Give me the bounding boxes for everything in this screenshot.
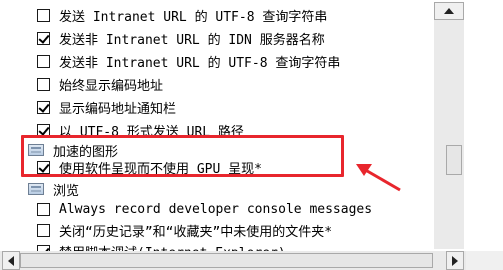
checkbox[interactable]	[37, 77, 50, 91]
scroll-left-button[interactable]	[2, 251, 20, 270]
setting-row[interactable]: 发送非 Intranet URL 的 UTF-8 查询字符串	[37, 50, 340, 72]
checkbox[interactable]	[37, 54, 50, 68]
checkbox[interactable]	[37, 223, 50, 237]
category-label: 浏览	[53, 183, 80, 199]
vertical-scroll-thumb[interactable]	[446, 145, 462, 175]
annotation-highlight-box	[21, 135, 344, 177]
annotation-arrow-icon	[356, 164, 401, 192]
setting-row[interactable]: 发送 Intranet URL 的 UTF-8 查询字符串	[37, 4, 327, 26]
scroll-right-arrow-icon	[452, 255, 458, 266]
scroll-left-arrow-icon	[8, 255, 14, 266]
scroll-right-button[interactable]	[446, 251, 464, 270]
vertical-scroll-track[interactable]	[434, 20, 464, 249]
setting-row[interactable]: 禁用脚本调试(Internet Explorer)	[37, 240, 286, 251]
checkbox[interactable]	[37, 100, 50, 114]
setting-label: 显示编码地址通知栏	[59, 101, 177, 117]
setting-label: 发送非 Intranet URL 的 UTF-8 查询字符串	[59, 55, 341, 71]
setting-label: 关闭“历史记录”和“收藏夹”中未使用的文件夹*	[59, 224, 333, 240]
setting-row[interactable]: Always record developer console messages	[37, 198, 372, 220]
setting-row[interactable]: 始终显示编码地址	[37, 73, 163, 95]
setting-label: 禁用脚本调试(Internet Explorer)	[59, 242, 286, 252]
settings-list: 发送 Intranet URL 的 UTF-8 查询字符串 发送非 Intran…	[0, 0, 466, 251]
scroll-up-button[interactable]	[434, 2, 464, 20]
setting-row[interactable]: 关闭“历史记录”和“收藏夹”中未使用的文件夹*	[37, 219, 332, 241]
checkbox[interactable]	[37, 8, 50, 22]
setting-label: 始终显示编码地址	[59, 78, 164, 94]
scrollbar-corner	[466, 251, 503, 270]
setting-label: Always record developer console messages	[59, 201, 373, 217]
setting-label: 发送 Intranet URL 的 UTF-8 查询字符串	[59, 9, 328, 25]
scroll-up-arrow-icon	[444, 8, 454, 14]
checkbox[interactable]	[37, 31, 50, 45]
setting-row[interactable]: 显示编码地址通知栏	[37, 96, 176, 118]
horizontal-scroll-thumb[interactable]	[20, 253, 433, 268]
checkbox[interactable]	[37, 202, 50, 216]
settings-category-icon	[28, 183, 44, 195]
setting-row[interactable]: 发送非 Intranet URL 的 IDN 服务器名称	[37, 27, 325, 49]
internet-options-advanced-settings: 发送 Intranet URL 的 UTF-8 查询字符串 发送非 Intran…	[0, 0, 503, 270]
setting-label: 发送非 Intranet URL 的 IDN 服务器名称	[59, 32, 325, 48]
category-row: 浏览	[28, 178, 79, 200]
